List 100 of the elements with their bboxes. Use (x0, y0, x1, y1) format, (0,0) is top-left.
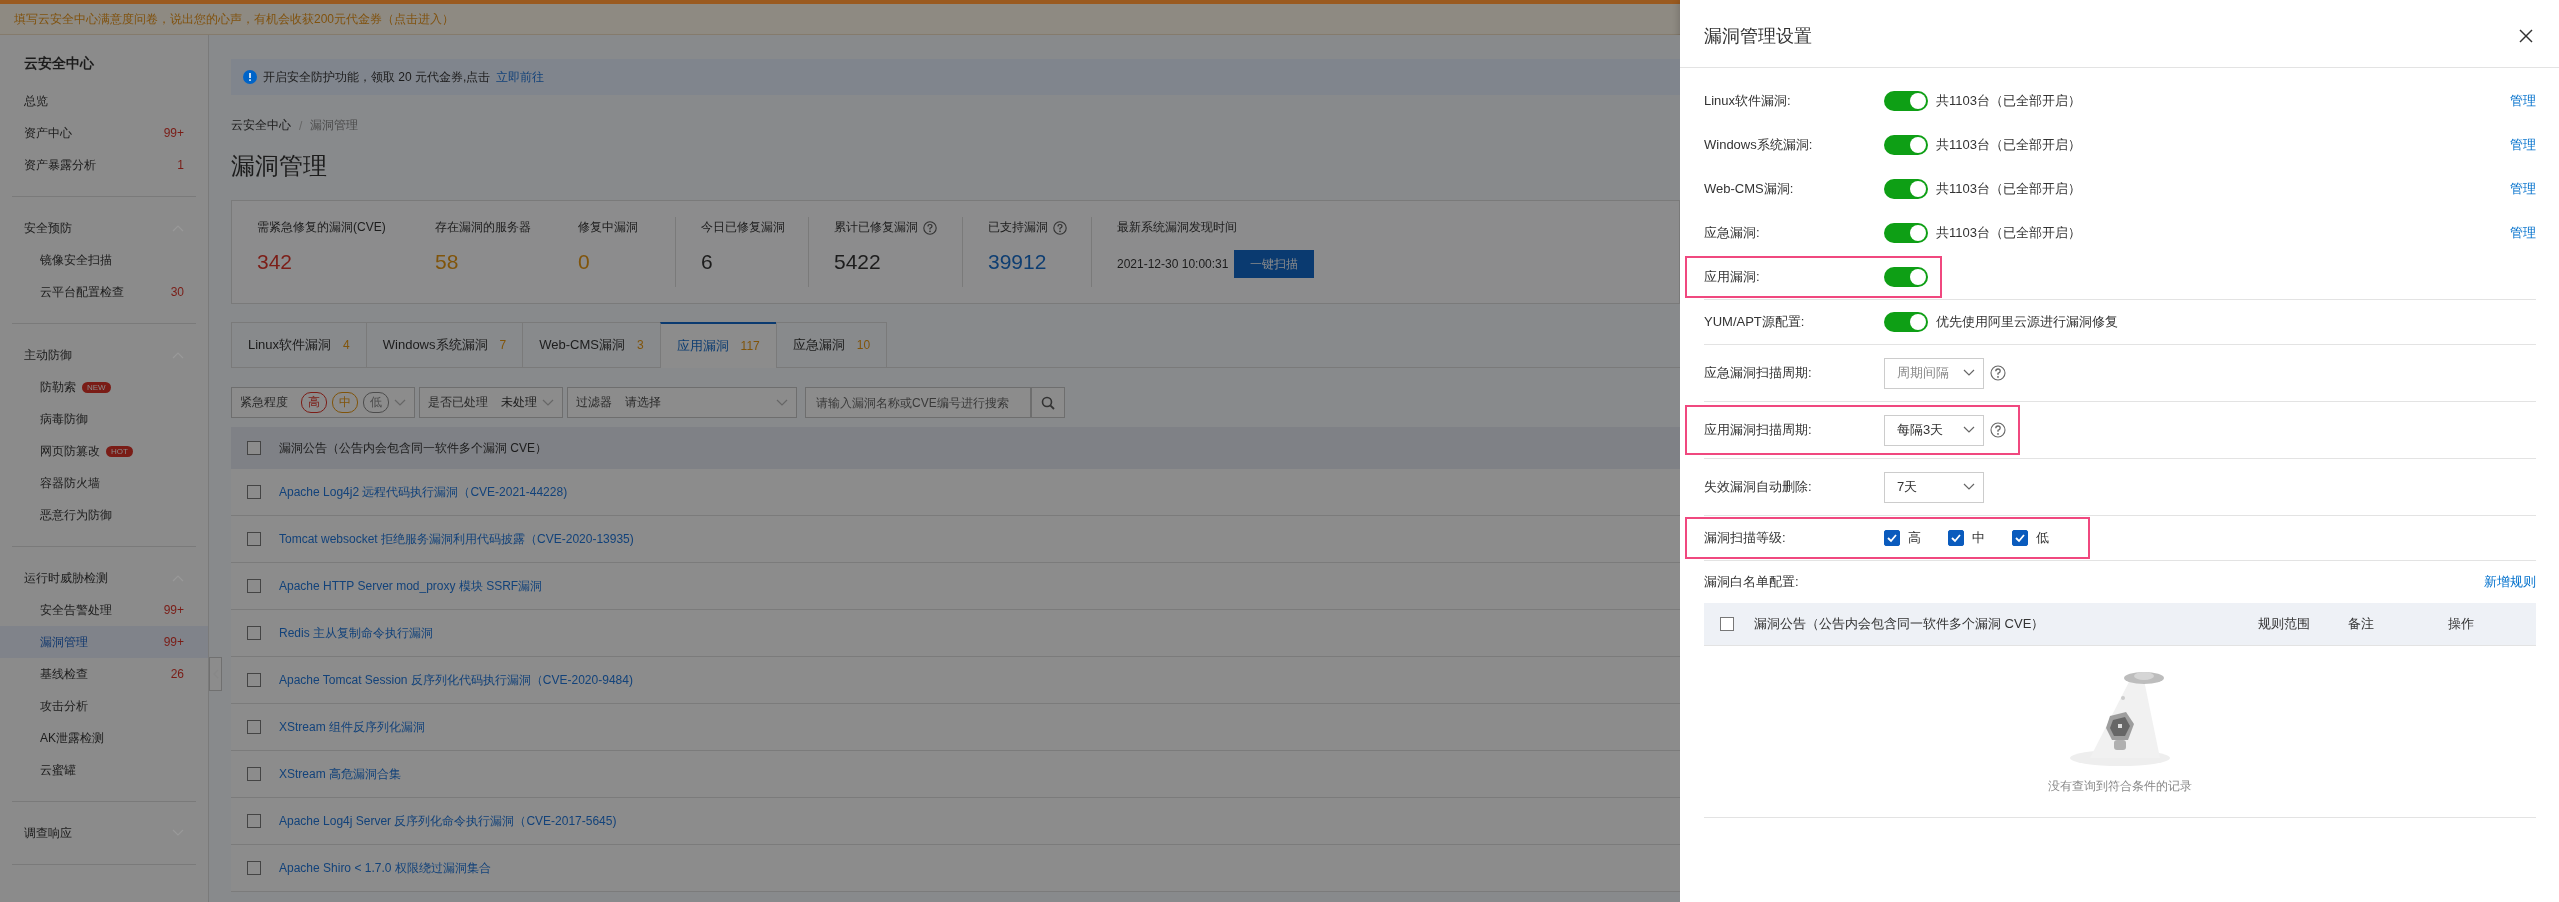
tab[interactable]: Web-CMS漏洞 3 (522, 322, 660, 368)
toggle-switch[interactable] (1884, 223, 1928, 243)
sidebar-item[interactable]: 病毒防御 (0, 403, 208, 435)
checkbox-label: 低 (2036, 529, 2049, 547)
select-field[interactable]: 周期间隔 (1884, 357, 1984, 389)
sidebar-item-label: 总览 (24, 92, 48, 110)
notice-link[interactable]: 立即前往 (496, 68, 545, 86)
search-button[interactable] (1031, 387, 1065, 418)
info-icon (243, 70, 257, 84)
column-header: 规则范围 (2258, 615, 2311, 633)
manage-link[interactable]: 管理 (2510, 92, 2536, 110)
checkbox[interactable] (247, 441, 261, 455)
sidebar-group-header[interactable]: 主动防御 (0, 339, 208, 371)
vulnerability-link[interactable]: Apache Shiro < 1.7.0 权限绕过漏洞集合 (279, 859, 491, 877)
vulnerability-link[interactable]: Apache Log4j2 远程代码执行漏洞（CVE-2021-44228) (279, 483, 568, 501)
vulnerability-link[interactable]: Apache Tomcat Session 反序列化代码执行漏洞（CVE-2020-9484) (279, 671, 633, 689)
scan-button[interactable]: 一键扫描 (1234, 250, 1315, 278)
tab[interactable]: Linux软件漏洞 4 (231, 322, 366, 368)
sidebar-item[interactable]: 总览 (0, 85, 208, 117)
checkbox[interactable] (1948, 530, 1964, 546)
sidebar-item-label: 容器防火墙 (40, 474, 100, 492)
count-label: 1 (177, 158, 184, 172)
group-label: 安全预防 (24, 219, 72, 237)
breadcrumb-item[interactable]: 云安全中心 (231, 117, 291, 134)
tab[interactable]: 应急漏洞 10 (775, 322, 888, 368)
vulnerability-link[interactable]: Redis 主从复制命令执行漏洞 (279, 624, 433, 642)
toggle-switch[interactable] (1884, 267, 1928, 287)
sidebar-item-label: 云平台配置检查 (40, 283, 124, 301)
setting-description: 共1103台（已全部开启） (1936, 180, 2081, 198)
stat-value: 58 (435, 250, 460, 274)
sidebar-item[interactable]: 防勒索 NEW (0, 371, 208, 403)
select-value: 7天 (1897, 478, 1918, 496)
tab[interactable]: Windows系统漏洞 7 (365, 322, 523, 368)
tab[interactable]: 应用漏洞 117 (659, 322, 776, 368)
vulnerability-link[interactable]: XStream 组件反序列化漏洞 (279, 718, 425, 736)
checkbox[interactable] (247, 814, 261, 828)
toggle-switch[interactable] (1884, 91, 1928, 111)
sidebar-item-label: 镜像安全扫描 (40, 251, 112, 269)
collapse-handle[interactable] (209, 657, 222, 691)
filter-label: 是否已处理 (428, 394, 488, 411)
vulnerability-link[interactable]: XStream 高危漏洞合集 (279, 765, 401, 783)
manage-link[interactable]: 管理 (2510, 224, 2536, 242)
sidebar-item[interactable]: 资产中心 99+ (0, 117, 208, 149)
sidebar-item[interactable]: 云平台配置检查 30 (0, 276, 208, 308)
checkbox[interactable] (247, 485, 261, 499)
manage-link[interactable]: 管理 (2510, 136, 2536, 154)
toggle-switch[interactable] (1884, 312, 1928, 332)
setting-label: Windows系统漏洞: (1704, 136, 1814, 154)
chevron-down-icon (776, 398, 788, 407)
sidebar-group-header[interactable]: 安全预防 (0, 212, 208, 244)
chevron-down-icon (1963, 483, 1975, 491)
sidebar-item[interactable]: 恶意行为防御 (0, 499, 208, 531)
checkbox[interactable] (247, 626, 261, 640)
vulnerability-link[interactable]: Apache HTTP Server mod_proxy 模块 SSRF漏洞 (279, 577, 543, 595)
add-rule-link[interactable]: 新增规则 (2484, 573, 2536, 591)
sidebar-item-label: 资产中心 (24, 124, 72, 142)
select-field[interactable]: 每隔3天 (1884, 414, 1984, 446)
tab-label: Linux软件漏洞 (248, 336, 332, 354)
search-field[interactable]: 请输入漏洞名称或CVE编号进行搜索 (805, 387, 1031, 418)
checkbox[interactable] (247, 579, 261, 593)
sidebar-item[interactable]: 镜像安全扫描 (0, 244, 208, 276)
checkbox[interactable] (1884, 530, 1900, 546)
toggle-switch[interactable] (1884, 179, 1928, 199)
drawer-title: 漏洞管理设置 (1704, 24, 1812, 48)
sidebar-item[interactable]: AK泄露检测 (0, 722, 208, 754)
sidebar-item[interactable]: 网页防篡改 HOT (0, 435, 208, 467)
urgency-filter[interactable]: 紧急程度 高 中 低 (231, 387, 415, 418)
vulnerability-link[interactable]: Tomcat websocket 拒绝服务漏洞利用代码披露（CVE-2020-13935) (279, 530, 634, 548)
select-filter[interactable]: 过滤器 请选择 (567, 387, 797, 418)
checkbox[interactable] (247, 532, 261, 546)
setting-description: 共1103台（已全部开启） (1936, 224, 2081, 242)
sidebar-item[interactable]: 攻击分析 (0, 690, 208, 722)
sidebar-group-header[interactable]: 运行时威胁检测 (0, 562, 208, 594)
select-field[interactable]: 7天 (1884, 471, 1984, 503)
sidebar-item-label: 攻击分析 (40, 697, 88, 715)
manage-link[interactable]: 管理 (2510, 180, 2536, 198)
setting-description: 共1103台（已全部开启） (1936, 92, 2081, 110)
level-tag[interactable]: 高 (301, 392, 327, 413)
checkbox[interactable] (247, 861, 261, 875)
sidebar-item[interactable]: 基线检查 26 (0, 658, 208, 690)
help-icon (1990, 365, 2006, 381)
vulnerability-link[interactable]: Apache Log4j Server 反序列化命令执行漏洞（CVE-2017-5645) (279, 812, 617, 830)
sidebar-item[interactable]: 安全告警处理 99+ (0, 594, 208, 626)
checkbox[interactable] (1720, 617, 1734, 631)
sidebar-item[interactable]: 漏洞管理 99+ (0, 626, 208, 658)
count-label: 99+ (163, 126, 184, 140)
checkbox[interactable] (247, 673, 261, 687)
group-label: 调查响应 (24, 824, 72, 842)
checkbox[interactable] (247, 767, 261, 781)
sidebar-item-label: 漏洞管理 (40, 633, 88, 651)
sidebar-item[interactable]: 资产暴露分析 1 (0, 149, 208, 181)
sidebar-group-header[interactable]: 调查响应 (0, 817, 208, 849)
level-tag[interactable]: 低 (363, 392, 389, 413)
toggle-switch[interactable] (1884, 135, 1928, 155)
checkbox[interactable] (2012, 530, 2028, 546)
sidebar-item[interactable]: 容器防火墙 (0, 467, 208, 499)
select-filter[interactable]: 是否已处理 未处理 (419, 387, 563, 418)
setting-label: YUM/APT源配置: (1704, 313, 1806, 331)
checkbox[interactable] (247, 720, 261, 734)
sidebar-item[interactable]: 云蜜罐 (0, 754, 208, 786)
